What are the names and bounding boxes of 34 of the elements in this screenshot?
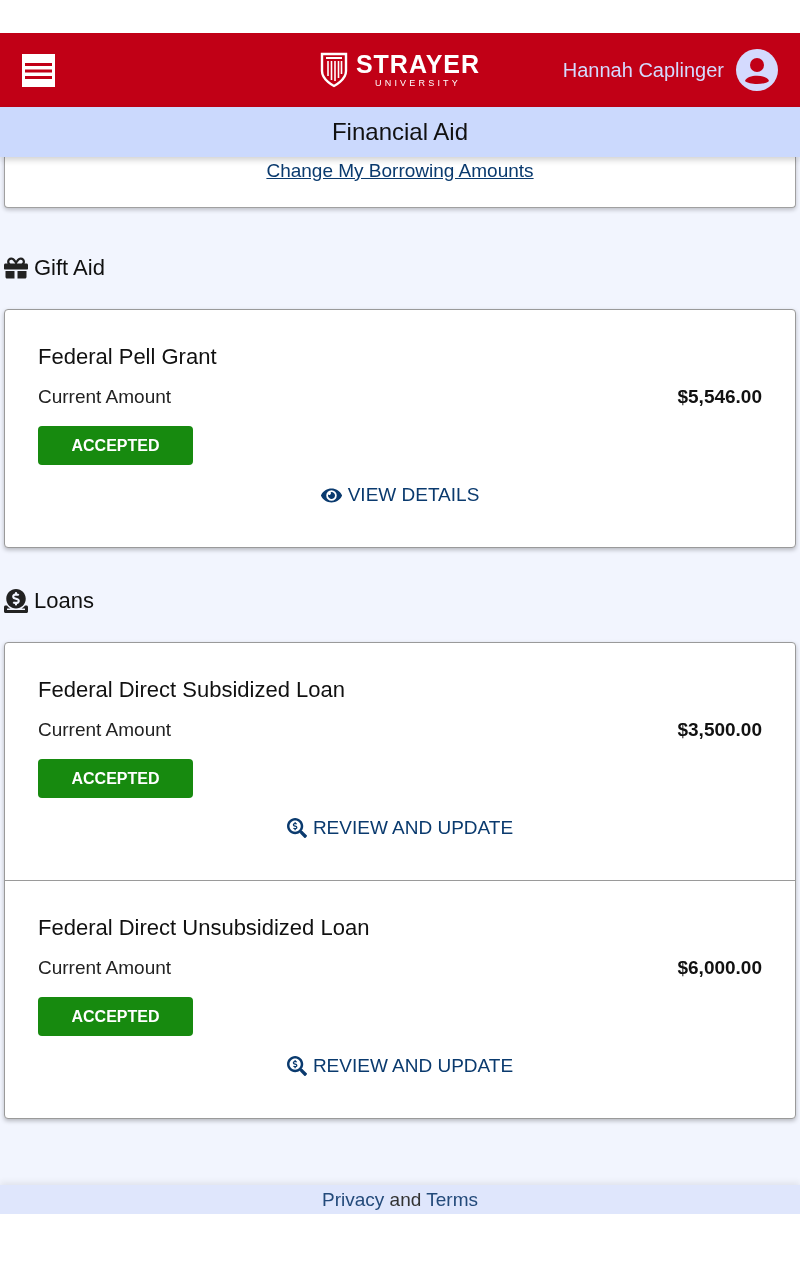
menu-button[interactable] [22, 53, 55, 87]
terms-link[interactable]: Terms [426, 1189, 478, 1210]
aid-title: Federal Direct Unsubsidized Loan [38, 914, 371, 942]
amount-label: Current Amount [38, 385, 172, 409]
aid-title: Federal Pell Grant [38, 343, 218, 371]
status-badge: ACCEPTED [38, 426, 193, 465]
status-badge: ACCEPTED [38, 759, 193, 798]
gift-icon [4, 256, 28, 280]
logo-wordmark: STRAYER [355, 51, 481, 76]
aid-title: Federal Direct Subsidized Loan [38, 676, 346, 704]
logo-tagline: UNIVERSITY [375, 77, 461, 89]
review-update-button[interactable]: REVIEW AND UPDATE [286, 816, 514, 840]
amount-value: $5,546.00 [677, 385, 762, 409]
user-avatar-icon [736, 49, 778, 91]
review-update-button[interactable]: REVIEW AND UPDATE [286, 1054, 514, 1078]
change-borrowing-link[interactable]: Change My Borrowing Amounts [266, 160, 534, 181]
dollar-search-icon [286, 1056, 307, 1076]
coin-tray-icon [4, 589, 28, 613]
footer-text: Privacy and Terms [322, 1189, 478, 1211]
amount-value: $6,000.00 [677, 956, 762, 980]
menu-icon [22, 53, 55, 87]
avatar-button[interactable] [736, 49, 778, 91]
dollar-search-icon [286, 818, 307, 838]
amount-value: $3,500.00 [677, 718, 762, 742]
amount-label: Current Amount [38, 956, 172, 980]
user-name: Hannah Caplinger [562, 58, 724, 83]
view-details-button[interactable]: VIEW DETAILS [320, 483, 480, 507]
amount-label: Current Amount [38, 718, 172, 742]
shield-logo-icon [319, 52, 348, 88]
privacy-link[interactable]: Privacy [322, 1189, 385, 1210]
status-badge: ACCEPTED [38, 997, 193, 1036]
section-heading: Loans [34, 587, 94, 615]
page-title: Financial Aid [331, 117, 469, 147]
section-heading: Gift Aid [34, 254, 105, 282]
